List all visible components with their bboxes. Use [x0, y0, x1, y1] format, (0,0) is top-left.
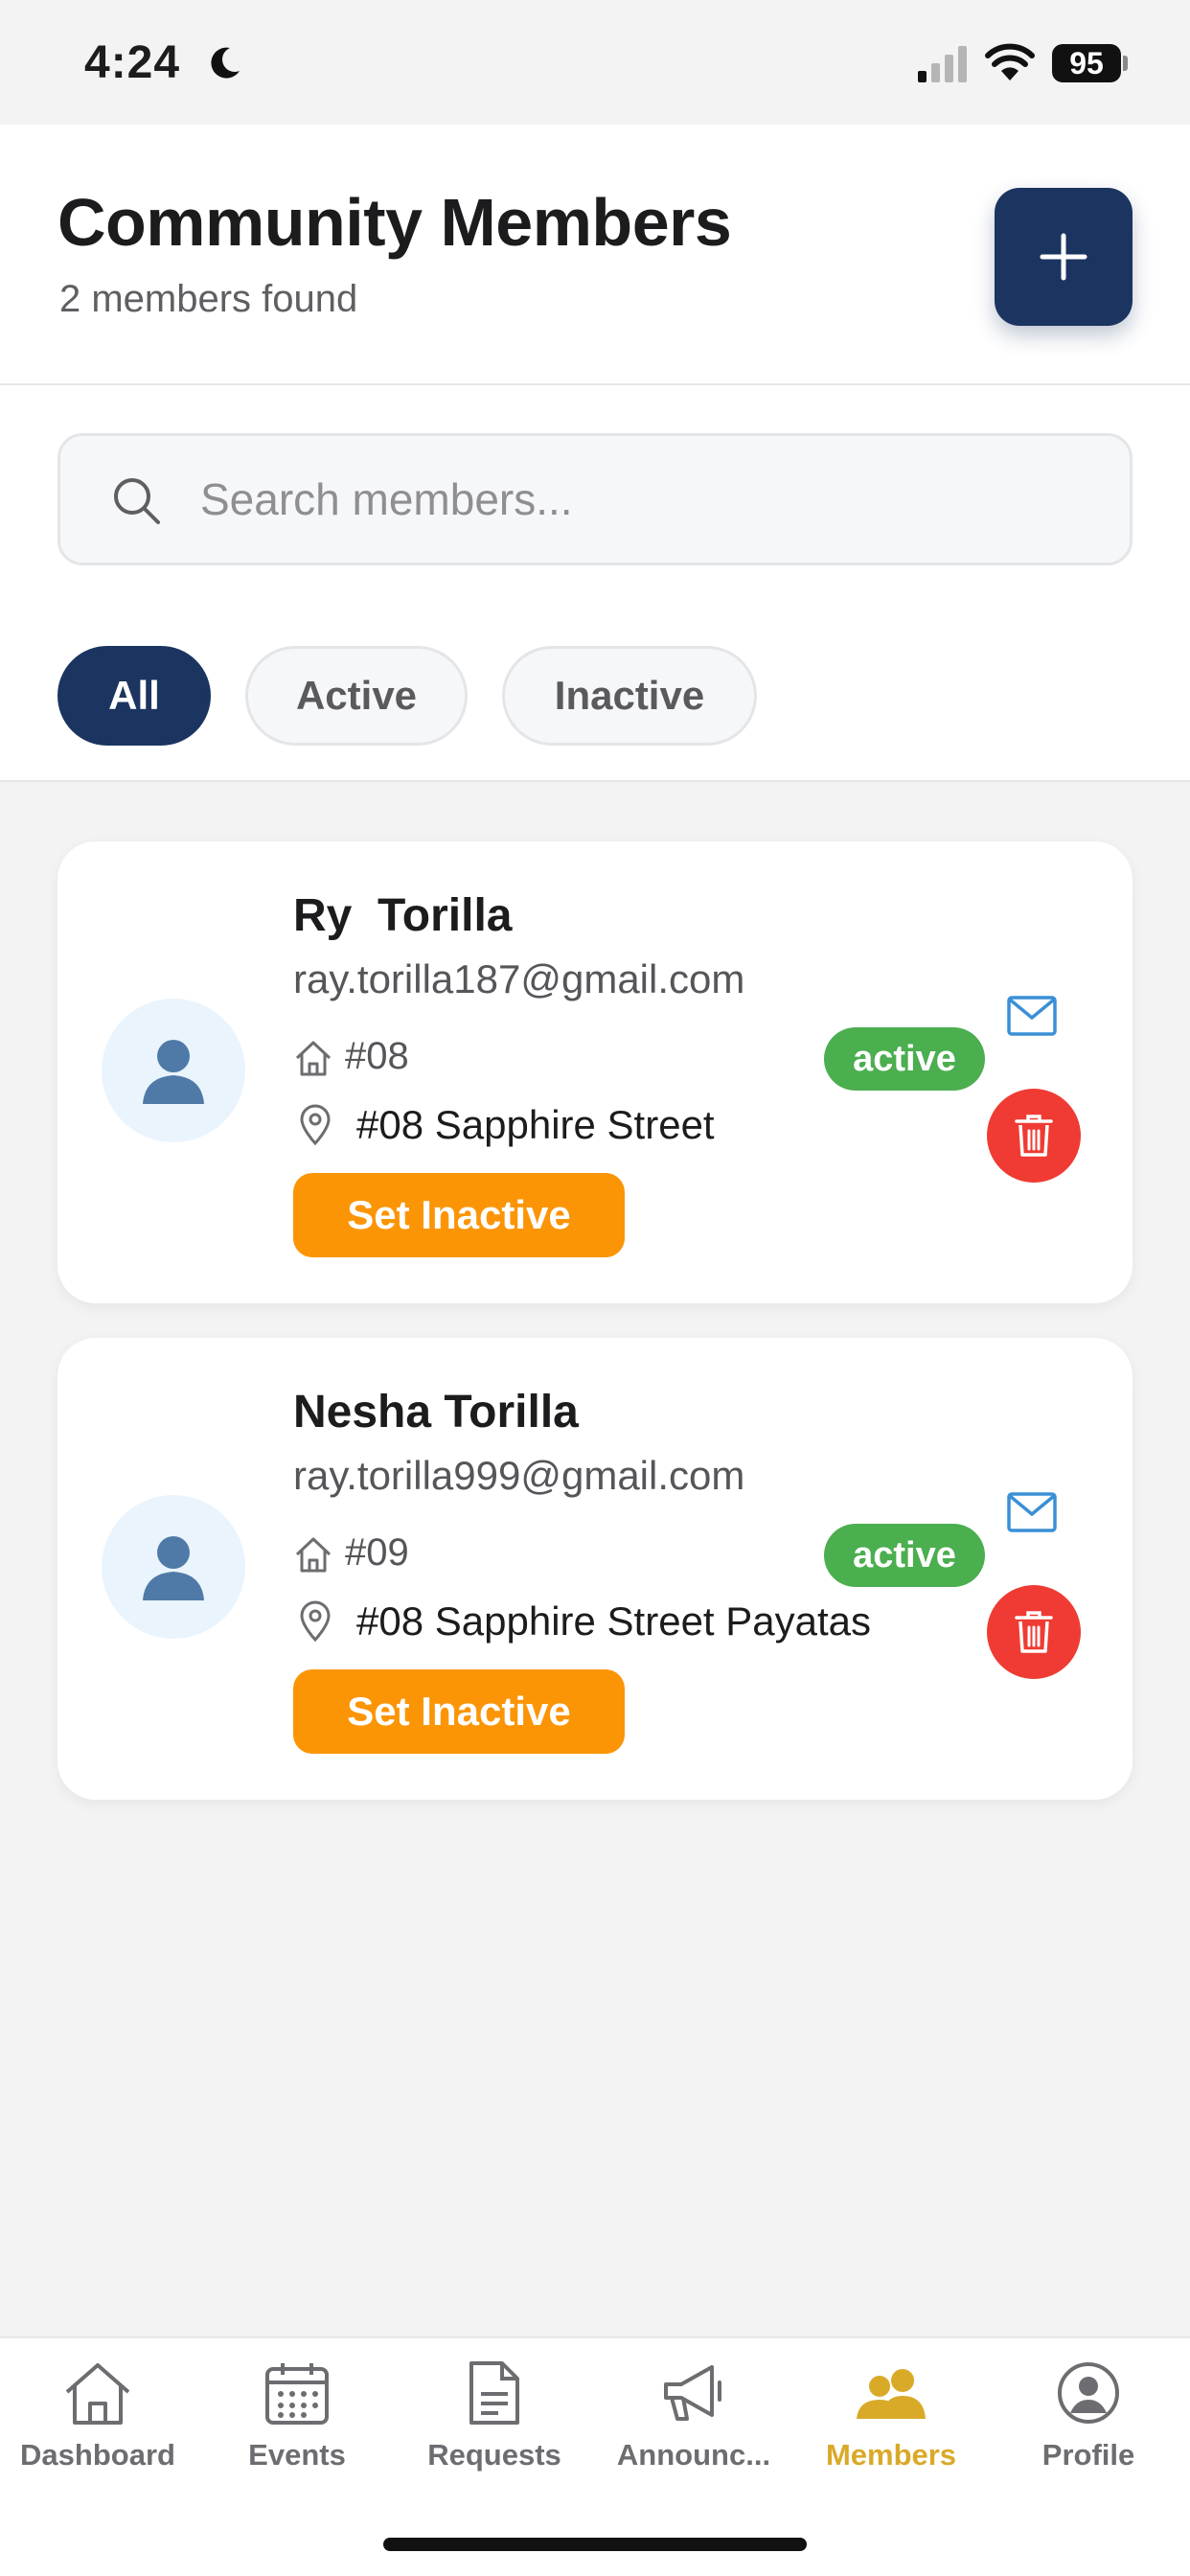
profile-icon — [1058, 2362, 1119, 2424]
tab-label: Announc... — [616, 2438, 771, 2472]
wifi-icon — [985, 43, 1035, 80]
mail-icon[interactable] — [1006, 995, 1058, 1037]
member-email: ray.torilla999@gmail.com — [293, 1453, 745, 1498]
filter-inactive[interactable]: Inactive — [502, 646, 757, 746]
tab-members[interactable]: Members — [795, 2359, 987, 2503]
house-number: #08 — [345, 1035, 409, 1077]
battery-indicator: 95 — [1052, 44, 1121, 82]
member-name: Ry Torilla — [293, 890, 513, 941]
search-input[interactable] — [200, 465, 1063, 534]
user-avatar-icon — [143, 1536, 204, 1600]
search-icon — [114, 478, 160, 524]
member-name: Nesha Torilla — [293, 1387, 579, 1438]
set-inactive-button[interactable]: Set Inactive — [293, 1669, 625, 1754]
megaphone-icon — [664, 2365, 721, 2421]
tab-label: Members — [825, 2438, 957, 2472]
page-title: Community Members — [57, 185, 732, 260]
people-icon — [857, 2369, 926, 2419]
tab-label: Profile — [1041, 2438, 1135, 2472]
delete-button[interactable] — [987, 1089, 1081, 1183]
tab-profile[interactable]: Profile — [993, 2359, 1184, 2503]
house-icon — [295, 1537, 332, 1573]
location-pin-icon — [300, 1600, 331, 1643]
member-card: Ry Torilla ray.torilla187@gmail.com #08 … — [57, 841, 1133, 1303]
battery-nub — [1123, 56, 1128, 71]
document-icon — [469, 2361, 519, 2425]
member-email: ray.torilla187@gmail.com — [293, 956, 745, 1001]
signal-icon — [918, 46, 967, 82]
search-filter-section: All Active Inactive — [0, 385, 1190, 782]
avatar — [102, 999, 245, 1142]
tab-requests[interactable]: Requests — [399, 2359, 590, 2503]
tab-label: Dashboard — [20, 2438, 175, 2472]
filter-all[interactable]: All — [57, 646, 211, 746]
search-box[interactable] — [57, 433, 1133, 565]
status-time: 4:24 — [84, 37, 181, 88]
member-card: Nesha Torilla ray.torilla999@gmail.com #… — [57, 1338, 1133, 1800]
moon-icon — [211, 47, 240, 79]
home-indicator — [383, 2538, 807, 2551]
status-badge: active — [824, 1027, 985, 1091]
house-icon — [295, 1041, 332, 1076]
trash-icon — [1015, 1611, 1053, 1653]
set-inactive-button[interactable]: Set Inactive — [293, 1173, 625, 1257]
tab-dashboard[interactable]: Dashboard — [2, 2359, 194, 2503]
location-pin-icon — [300, 1104, 331, 1146]
tab-announcements[interactable]: Announc... — [598, 2359, 790, 2503]
tab-events[interactable]: Events — [201, 2359, 393, 2503]
calendar-icon — [265, 2363, 329, 2425]
tab-label: Requests — [427, 2438, 561, 2472]
status-badge: active — [824, 1524, 985, 1587]
add-member-button[interactable] — [995, 188, 1133, 326]
tab-label: Events — [248, 2438, 346, 2472]
user-avatar-icon — [143, 1040, 204, 1104]
trash-icon — [1015, 1115, 1053, 1157]
mail-icon[interactable] — [1006, 1491, 1058, 1533]
members-count: 2 members found — [59, 278, 358, 320]
house-icon — [65, 2363, 130, 2425]
filter-active[interactable]: Active — [245, 646, 468, 746]
member-address: #08 Sapphire Street — [356, 1102, 715, 1147]
avatar — [102, 1495, 245, 1639]
delete-button[interactable] — [987, 1585, 1081, 1679]
status-bar: 4:24 95 — [0, 0, 1190, 125]
house-number: #09 — [345, 1531, 409, 1574]
page-header: Community Members 2 members found — [0, 125, 1190, 385]
plus-icon — [1040, 233, 1087, 281]
member-address: #08 Sapphire Street Payatas — [356, 1598, 872, 1644]
